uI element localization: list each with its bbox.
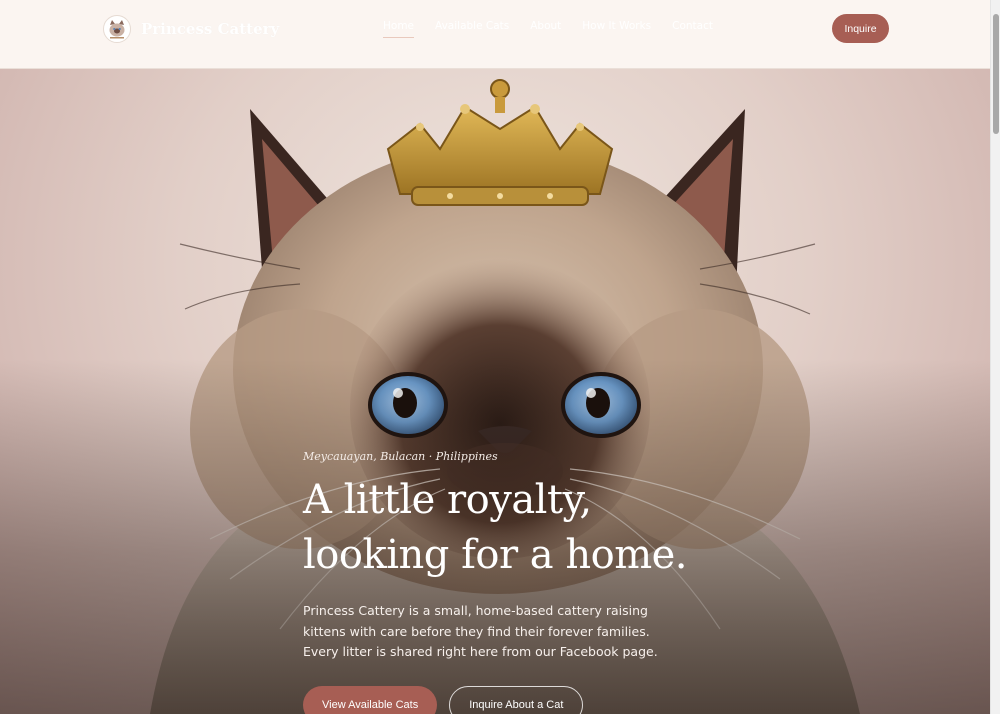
- hero-headline: A little royalty, looking for a home.: [303, 473, 723, 583]
- nav-about[interactable]: About: [530, 20, 561, 38]
- brand-name: Princess Cattery: [141, 20, 280, 38]
- nav-contact[interactable]: Contact: [672, 20, 713, 38]
- nav-how-it-works[interactable]: How It Works: [582, 20, 651, 38]
- hero-location: Meycauayan, Bulacan · Philippines: [303, 450, 498, 463]
- brand[interactable]: Princess Cattery: [103, 14, 279, 44]
- hero-content: Meycauayan, Bulacan · Philippines A litt…: [303, 450, 723, 714]
- inquire-about-cat-button[interactable]: Inquire About a Cat: [449, 685, 584, 714]
- scrollbar-thumb[interactable]: [993, 14, 999, 134]
- site-header: Princess Cattery Home Available Cats Abo…: [0, 0, 990, 69]
- hero-description: Princess Cattery is a small, home-based …: [303, 603, 658, 659]
- view-available-cats-button[interactable]: View Available Cats: [303, 685, 438, 714]
- hero-section: Meycauayan, Bulacan · Philippines A litt…: [0, 69, 990, 714]
- nav-available-cats[interactable]: Available Cats: [435, 20, 509, 38]
- hero-actions: View Available Cats Inquire About a Cat: [303, 685, 723, 714]
- cat-crest-logo: [103, 15, 131, 43]
- page-scrollbar[interactable]: [990, 0, 1000, 714]
- main-nav: Home Available Cats About How It Works C…: [383, 20, 713, 38]
- headline-line-2: looking for a home.: [303, 532, 688, 578]
- inquire-button[interactable]: Inquire: [832, 14, 889, 43]
- headline-line-1: A little royalty,: [303, 477, 592, 523]
- nav-home[interactable]: Home: [383, 20, 415, 38]
